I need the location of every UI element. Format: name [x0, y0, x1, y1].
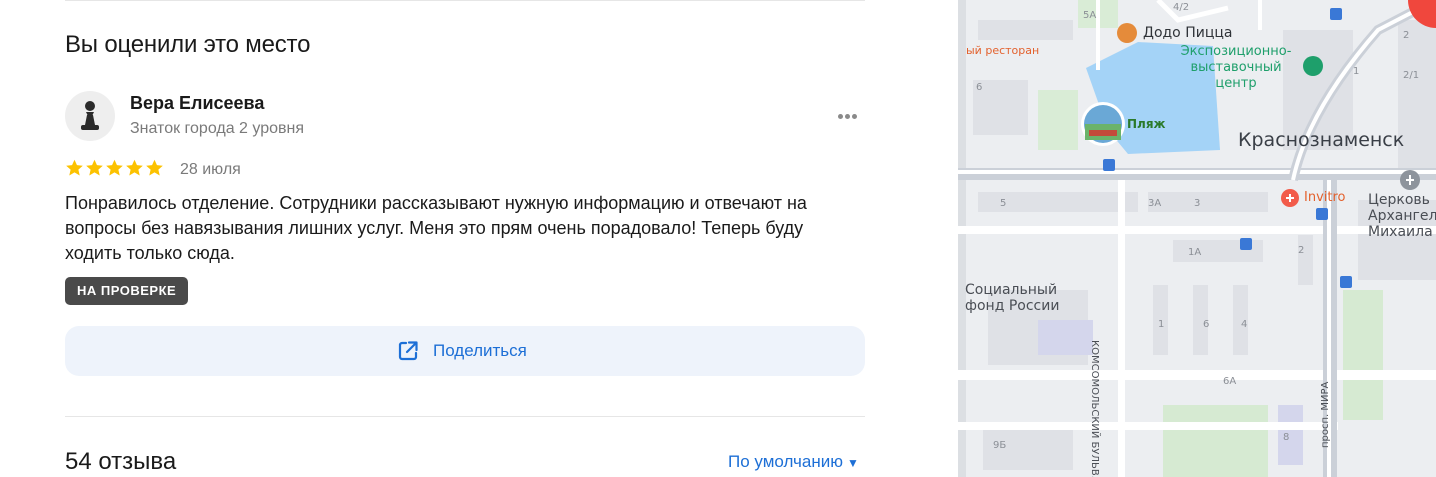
map-label-expo-line: выставочный	[1190, 60, 1282, 75]
more-dots-icon	[838, 114, 843, 119]
map-house-number: 5А	[1083, 10, 1097, 21]
author-level: Знаток города 2 уровня	[130, 120, 305, 137]
star-icon	[106, 159, 123, 176]
review-date: 28 июля	[180, 161, 241, 178]
more-dot	[845, 114, 850, 119]
status-badge: НА ПРОВЕРКЕ	[65, 277, 189, 305]
map-house-number: 6	[976, 82, 983, 93]
map-house-number: 1	[1353, 66, 1360, 77]
map-house-number: 1	[1158, 319, 1165, 330]
divider	[65, 0, 865, 1]
map-house-number: 2	[1298, 245, 1305, 256]
more-options-button[interactable]	[832, 104, 868, 128]
map-label-church-line: Церковь	[1368, 192, 1430, 208]
reviews-count: 54 отзыва	[65, 448, 177, 475]
map-label-social-line: Социальный	[965, 282, 1058, 298]
share-button-content: Поделиться	[397, 340, 527, 362]
map-house-number: 4/2	[1173, 2, 1190, 13]
map-label-church[interactable]: Церковь Архангел Михаила	[1368, 192, 1436, 240]
map-label-beach[interactable]: Пляж	[1127, 117, 1165, 131]
star-icon	[126, 159, 143, 176]
map-label-church-line: Михаила	[1368, 224, 1433, 240]
map-house-number: 2	[1403, 30, 1410, 41]
sort-label: По умолчанию	[728, 452, 843, 471]
star-icon	[146, 159, 163, 176]
more-dot	[852, 114, 857, 119]
map-label-church-line: Архангел	[1368, 208, 1436, 224]
map-label-social-line: фонд России	[965, 298, 1060, 314]
author-name[interactable]: Вера Елисеева	[130, 93, 264, 114]
map-label-dodo[interactable]: Додо Пицца	[1143, 25, 1232, 41]
share-button[interactable]: Поделиться	[65, 326, 865, 376]
star-icon	[66, 159, 83, 176]
map-house-number: 8	[1283, 432, 1290, 443]
sort-select[interactable]: По умолчанию ▼	[728, 452, 859, 472]
map-label-social-fund[interactable]: Социальный фонд России	[965, 282, 1059, 314]
map-label-restaurant: ый ресторан	[966, 44, 1040, 57]
map-label-expo[interactable]: Экспозиционно- выставочный центр	[1174, 44, 1298, 92]
map-label-expo-line: Экспозиционно-	[1180, 44, 1292, 59]
share-external-icon	[398, 341, 418, 361]
review-text: Понравилось отделение. Сотрудники расска…	[65, 193, 807, 263]
map-house-number: 6	[1203, 319, 1210, 330]
map-street-komsomolsky: КОМСОМОЛЬСКИЙ БУЛЬВ.	[1089, 340, 1100, 477]
avatar[interactable]	[65, 91, 115, 141]
map-street-mira: просп. МИРА	[1320, 381, 1331, 448]
map-label-expo-line: центр	[1215, 76, 1257, 91]
place-reviews-panel: Вы оценили это место Вера Елисеева Знато…	[0, 0, 958, 477]
map-house-number: 3	[1194, 198, 1201, 209]
map-house-number: 5	[1000, 198, 1007, 209]
map-house-number: 6А	[1223, 376, 1237, 387]
star-icon	[86, 159, 103, 176]
map-house-number: 4	[1241, 319, 1248, 330]
share-label: Поделиться	[433, 341, 527, 360]
section-title: Вы оценили это место	[65, 31, 311, 58]
map-label-city: Краснознаменск	[1238, 129, 1405, 151]
map-label-invitro[interactable]: Invitro	[1304, 190, 1346, 205]
map[interactable]: ый ресторан Додо Пицца Экспозиционно- вы…	[958, 0, 1436, 477]
map-house-number: 2/1	[1403, 70, 1420, 81]
map-house-number: 9Б	[993, 440, 1007, 451]
divider	[65, 416, 865, 417]
map-house-number: 1А	[1188, 247, 1202, 258]
rating-stars	[65, 158, 164, 182]
caret-down-icon: ▼	[846, 456, 859, 470]
map-house-number: 3А	[1148, 198, 1162, 209]
pawn-avatar-icon	[81, 101, 99, 130]
